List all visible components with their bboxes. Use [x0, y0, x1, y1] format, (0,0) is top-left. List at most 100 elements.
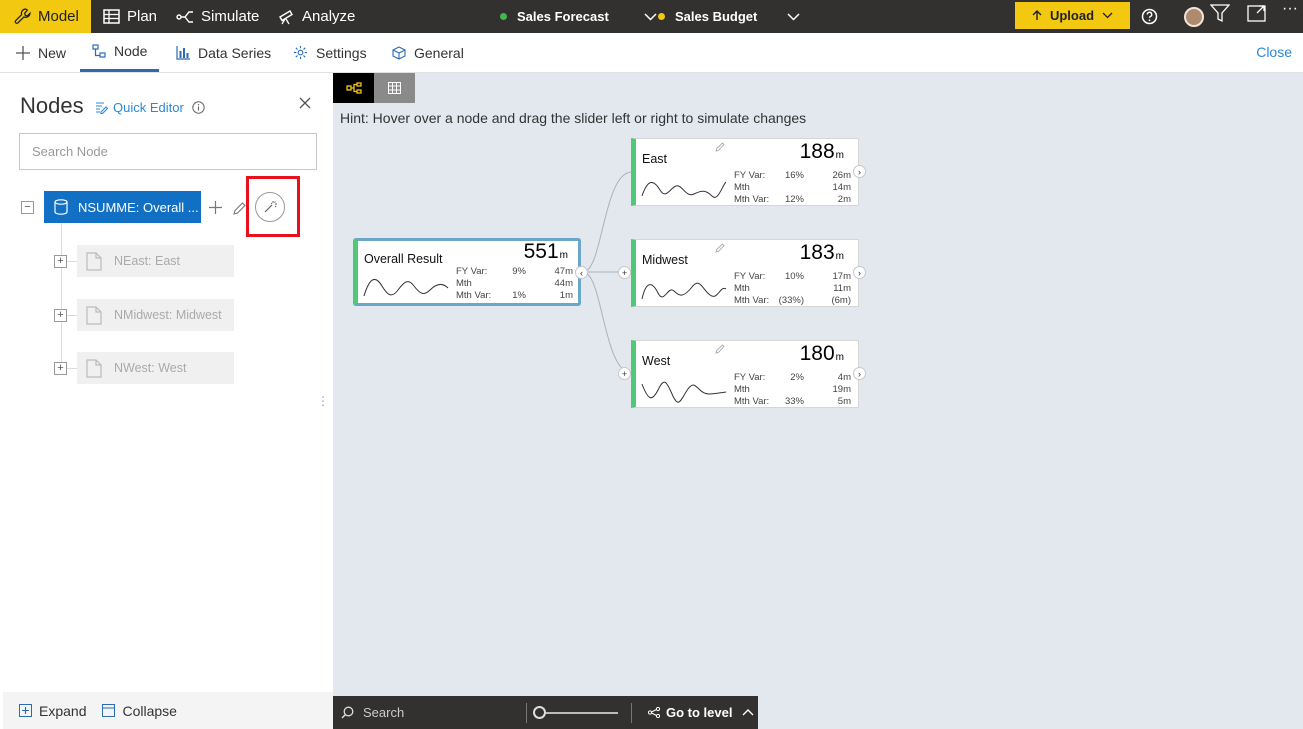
node-card-value: 188m	[799, 140, 844, 163]
user-avatar[interactable]	[1182, 0, 1206, 33]
ribbon-node[interactable]: Node	[80, 33, 160, 72]
zoom-slider-track[interactable]	[538, 712, 618, 714]
tab-analyze[interactable]: Analyze	[278, 0, 355, 33]
stat-row: FY Var: 10% 17m	[734, 270, 851, 282]
document-icon	[86, 251, 102, 271]
expand-icon	[1247, 4, 1266, 22]
ribbon-general[interactable]: General	[392, 33, 464, 72]
tree-node-east[interactable]: NEast: East	[77, 245, 234, 277]
stat-row: FY Var: 16% 26m	[734, 169, 851, 181]
stat-row: Mth Var: 12% 2m	[734, 193, 851, 205]
info-icon	[192, 101, 205, 114]
divider	[631, 703, 632, 723]
go-to-level-button[interactable]: Go to level	[648, 696, 754, 729]
stat-row: Mth 14m	[734, 181, 851, 193]
chevron-right-icon[interactable]: ›	[853, 266, 866, 279]
node-card-value: 183m	[799, 241, 844, 264]
resize-grip[interactable]: ⋮⋮	[317, 394, 341, 414]
bar-chart-icon	[176, 45, 190, 60]
stat-row: FY Var: 9% 47m	[456, 265, 573, 277]
collapse-children-icon[interactable]: ‹	[575, 266, 588, 279]
ribbon-new[interactable]: New	[16, 33, 66, 72]
wrench-icon	[14, 8, 31, 24]
collapse-all-icon	[102, 704, 116, 717]
pencil-icon[interactable]	[715, 344, 725, 354]
node-card-name: East	[642, 152, 668, 166]
chevron-right-icon[interactable]: ›	[853, 367, 866, 380]
chevron-right-icon[interactable]: ›	[853, 165, 866, 178]
chevron-up-icon	[742, 709, 754, 716]
expand-toggle[interactable]: +	[54, 255, 67, 268]
plus-circle-icon[interactable]: +	[618, 367, 631, 380]
collapse-all-button[interactable]: Collapse	[102, 703, 177, 719]
tab-simulate-label: Simulate	[201, 8, 260, 25]
tree-canvas[interactable]: Hint: Hover over a node and drag the sli…	[333, 73, 1303, 729]
ribbon-data-series[interactable]: Data Series	[176, 33, 271, 72]
cube-icon	[392, 45, 406, 60]
expand-toggle[interactable]: +	[54, 309, 67, 322]
stat-row: Mth 11m	[734, 282, 851, 294]
edit-node-button[interactable]	[231, 200, 247, 216]
tab-plan[interactable]: Plan	[103, 0, 157, 33]
expand-all-icon	[19, 704, 32, 717]
stat-row: Mth 44m	[456, 277, 573, 289]
filter-icon	[1210, 4, 1230, 23]
tab-model[interactable]: Model	[0, 0, 91, 33]
filter-button[interactable]	[1207, 0, 1233, 30]
tree-node-midwest[interactable]: NMidwest: Midwest	[77, 299, 234, 331]
upload-arrow-icon	[1032, 10, 1042, 20]
tab-simulate[interactable]: Simulate	[176, 0, 259, 33]
magic-wand-button[interactable]	[255, 192, 285, 222]
expand-toggle[interactable]: +	[54, 362, 67, 375]
help-button[interactable]	[1139, 0, 1159, 33]
ribbon-settings-label: Settings	[316, 44, 367, 61]
stat-row: Mth Var: 1% 1m	[456, 289, 573, 301]
node-card-east[interactable]: East 188m FY Var: 16% 26m Mth 14m Mth Var: 1…	[631, 138, 859, 206]
plus-circle-icon[interactable]: +	[618, 266, 631, 279]
zoom-slider-thumb[interactable]	[533, 706, 546, 719]
plus-icon	[16, 45, 30, 60]
ribbon-new-label: New	[38, 44, 67, 61]
tab-analyze-label: Analyze	[302, 8, 356, 25]
tree-node-west[interactable]: NWest: West	[77, 352, 234, 384]
quick-editor-link[interactable]: Quick Editor	[95, 100, 205, 115]
node-card-value: 551m	[523, 240, 568, 263]
pencil-icon[interactable]	[715, 243, 725, 253]
status-dot	[658, 13, 665, 20]
upload-button[interactable]: Upload	[1015, 2, 1130, 29]
pencil-icon[interactable]	[715, 142, 725, 152]
panel-footer: Expand Collapse	[3, 692, 333, 729]
expand-all-button[interactable]: Expand	[19, 703, 86, 719]
canvas-toolbar: Search Go to level	[333, 696, 758, 729]
document-icon	[86, 305, 102, 325]
collapse-toggle[interactable]: −	[21, 201, 34, 214]
add-child-button[interactable]	[207, 199, 223, 215]
pencil-icon	[232, 201, 246, 215]
document-icon	[86, 358, 102, 378]
go-to-level-label: Go to level	[666, 705, 733, 720]
node-card-midwest[interactable]: Midwest 183m FY Var: 10% 17m Mth 11m Mth Va…	[631, 239, 859, 307]
node-card-stats: FY Var: 10% 17m Mth 11m Mth Var: (33%) (6m)	[734, 270, 851, 306]
gear-icon	[293, 45, 308, 60]
sparkline	[641, 181, 727, 198]
chevron-down-icon	[787, 12, 800, 21]
more-options-button[interactable]: ···	[1278, 0, 1302, 25]
node-card-west[interactable]: West 180m FY Var: 2% 4m Mth 19m Mth Var: 33%…	[631, 340, 859, 408]
expand-window-button[interactable]	[1244, 0, 1270, 29]
search-node-input[interactable]	[19, 133, 317, 170]
ribbon-settings[interactable]: Settings	[293, 33, 367, 72]
canvas-search[interactable]: Search	[341, 696, 404, 729]
tree-root-node[interactable]: NSUMME: Overall ...	[44, 191, 201, 223]
upload-label: Upload	[1049, 8, 1095, 23]
node-card-stats: FY Var: 9% 47m Mth 44m Mth Var: 1% 1m	[456, 265, 573, 301]
node-card-overall[interactable]: Overall Result 551m FY Var: 9% 47m Mth 44m …	[353, 238, 581, 306]
close-icon[interactable]	[297, 95, 313, 111]
node-card-stats: FY Var: 16% 26m Mth 14m Mth Var: 12% 2m	[734, 169, 851, 205]
table-icon	[103, 9, 120, 24]
close-link[interactable]: Close	[1256, 44, 1292, 60]
scenario-sales-forecast[interactable]: Sales Forecast	[500, 0, 657, 33]
telescope-icon	[279, 10, 293, 25]
scenario-sales-budget[interactable]: Sales Budget	[658, 0, 800, 33]
node-card-name: Overall Result	[364, 252, 443, 266]
database-icon	[54, 199, 68, 215]
